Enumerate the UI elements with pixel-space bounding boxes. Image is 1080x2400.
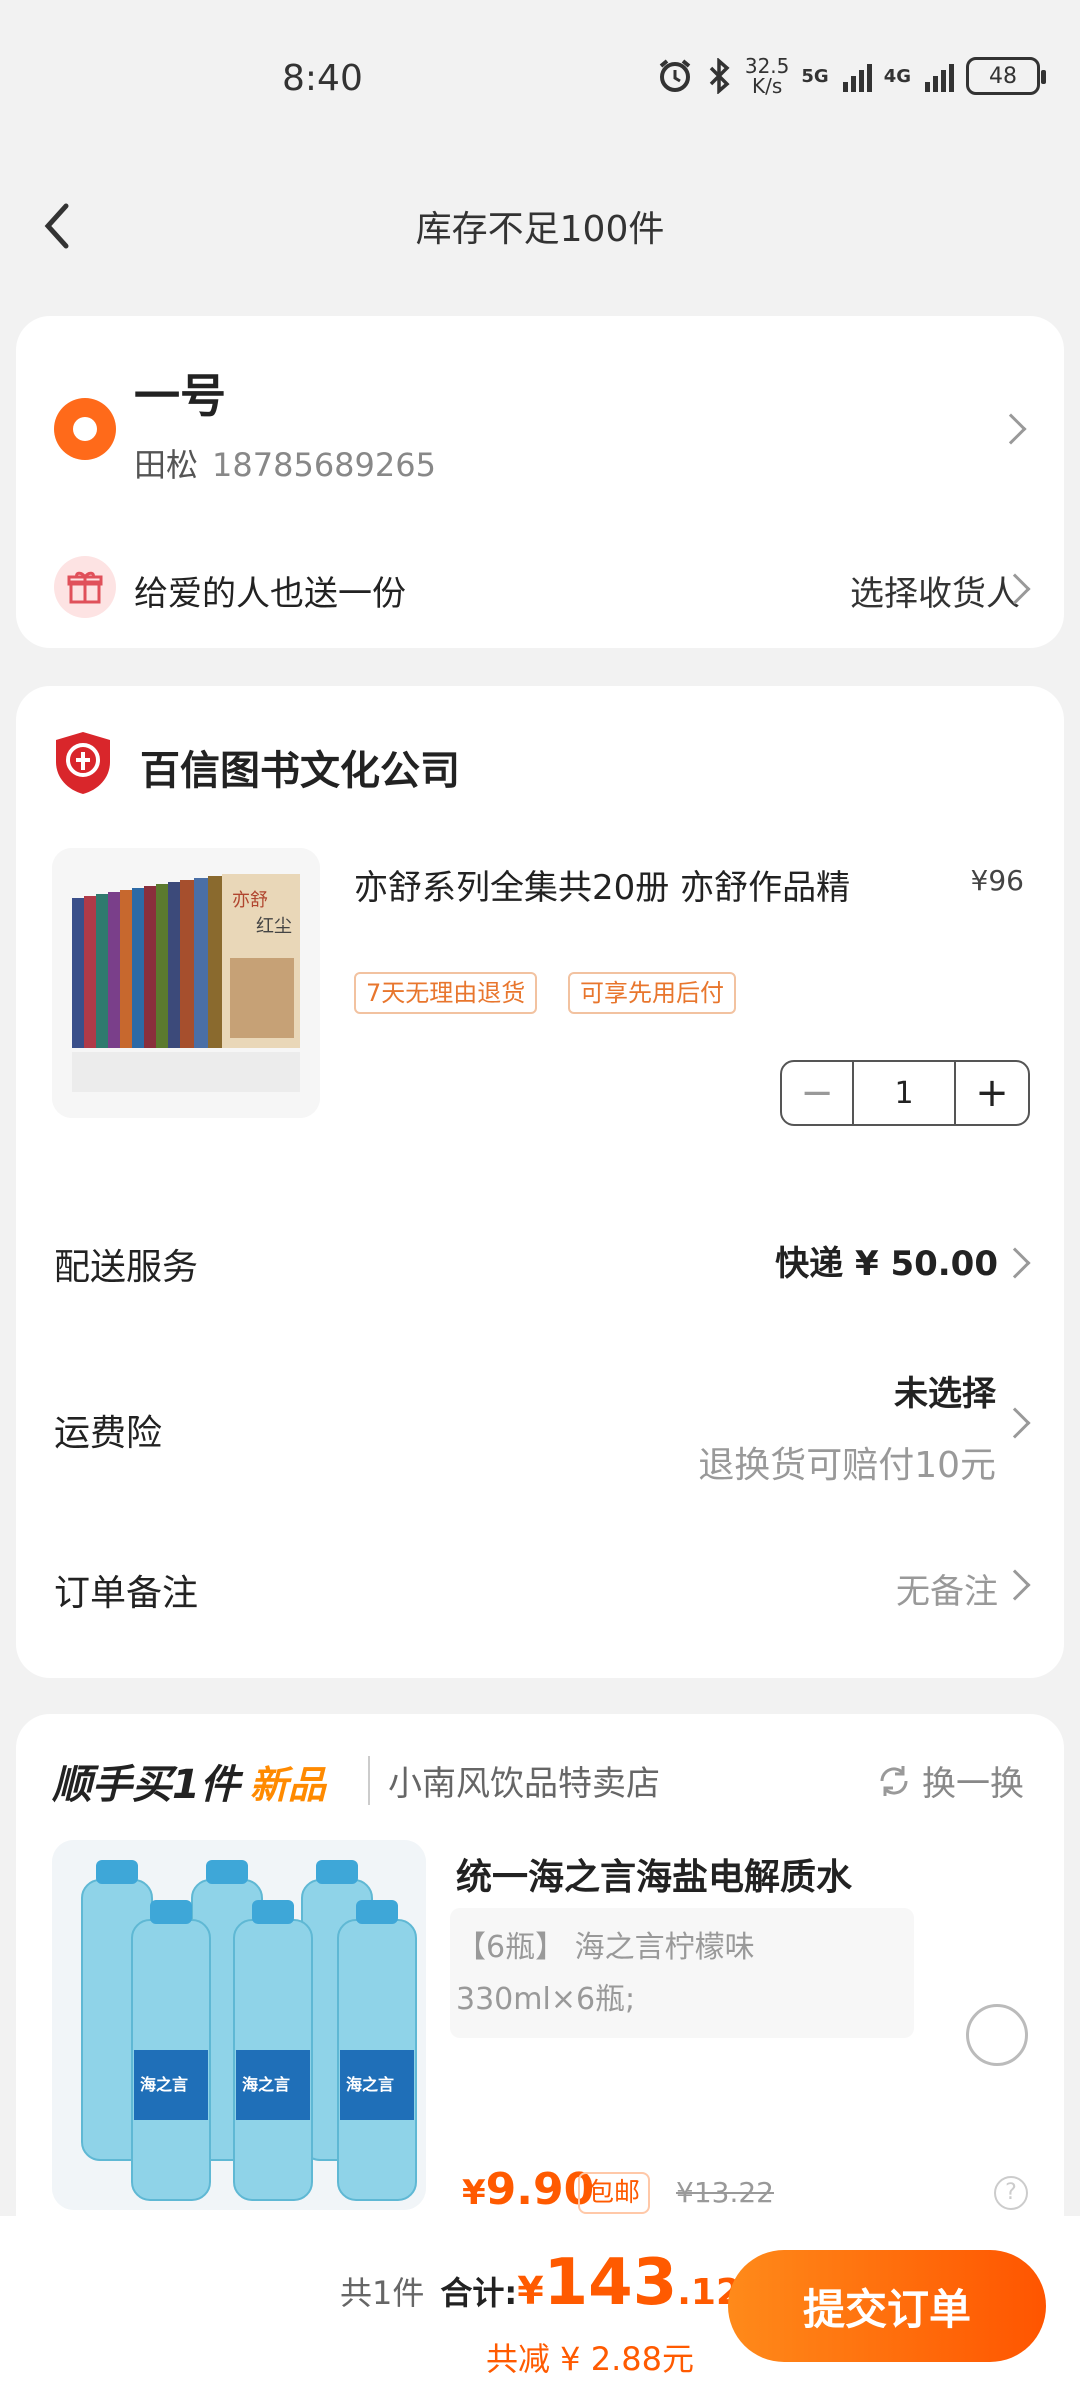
tag-return-policy: 7天无理由退货 (354, 972, 538, 1014)
order-card (16, 686, 1064, 1678)
delivery-value[interactable]: 快递 ¥ 50.00 (775, 1236, 998, 1285)
quantity-stepper: − 1 + (780, 1060, 1030, 1126)
upsell-spec-selector[interactable]: 【6瓶】 海之言柠檬味 330ml×6瓶; (450, 1908, 914, 2038)
spec-line: 330ml×6瓶; (456, 1982, 636, 2017)
insurance-label: 运费险 (54, 1413, 163, 1454)
free-shipping-badge: 包邮 (578, 2172, 651, 2214)
tag-pay-later: 可享先用后付 (568, 972, 736, 1014)
signal-icon (842, 60, 872, 92)
upsell-product-image[interactable]: 海之言 海之言 海之言 (52, 1840, 426, 2210)
discount-text: 共减 ¥ 2.88元 (486, 2340, 694, 2378)
upsell-price: ¥9.90 (462, 2164, 595, 2215)
upsell-product-title[interactable]: 统一海之言海盐电解质水 (456, 1848, 852, 1900)
delivery-label: 配送服务 (54, 1247, 199, 1288)
address-name[interactable]: 一号 (134, 360, 226, 426)
bottle-label: 海之言 (346, 2075, 394, 2094)
bluetooth-icon (709, 58, 730, 94)
gift-send-text[interactable]: 给爱的人也送一份 (134, 566, 406, 615)
status-time: 8:40 (282, 58, 363, 99)
spec-line: 【6瓶】 海之言柠檬味 (456, 1930, 755, 1965)
alarm-icon (659, 59, 691, 92)
select-receiver-link[interactable]: 选择收货人 (850, 566, 1020, 615)
upsell-original-price: ¥13.22 (676, 2176, 774, 2209)
insurance-value[interactable]: 未选择 (894, 1366, 996, 1415)
order-note-value[interactable]: 无备注 (896, 1564, 998, 1613)
signal-icon (925, 60, 954, 92)
shop-name[interactable]: 百信图书文化公司 (140, 738, 460, 796)
quantity-input[interactable]: 1 (854, 1062, 956, 1124)
upsell-title: 顺手买1件 新品 (52, 1762, 326, 1808)
shop-logo-icon (54, 730, 112, 796)
insurance-subtext: 退换货可赔付10元 (698, 1445, 996, 1486)
book-cover-subtitle: 红尘 (256, 916, 292, 937)
location-icon (54, 398, 116, 460)
status-icons: 32.5 K/s 5G 4G 48 (657, 54, 1046, 98)
submit-order-button[interactable]: 提交订单 (728, 2250, 1046, 2362)
increase-button[interactable]: + (956, 1062, 1028, 1124)
refresh-icon (880, 1765, 908, 1796)
signal-5g-label: 5G (801, 65, 829, 87)
address-contact[interactable]: 田松 18785689265 (134, 440, 436, 486)
order-note-label: 订单备注 (54, 1573, 199, 1614)
question-icon[interactable]: ? (994, 2176, 1028, 2210)
order-total: 共1件 合计: ¥ 143 .12 (340, 2246, 742, 2320)
swap-button[interactable]: 换一换 (874, 1756, 1024, 1805)
upsell-shop-name[interactable]: 小南风饮品特卖店 (368, 1756, 660, 1805)
new-badge: 新品 (249, 1763, 326, 1807)
bottle-label: 海之言 (242, 2075, 290, 2094)
battery-icon: 48 (966, 57, 1046, 95)
total-label: 合计: (440, 2274, 518, 2312)
net-speed: 32.5 K/s (744, 54, 790, 98)
gift-icon (54, 556, 116, 618)
signal-4g-label: 4G (883, 65, 911, 87)
product-image[interactable]: 亦舒 红尘 (52, 848, 320, 1118)
product-price: ¥96 (970, 864, 1024, 897)
product-title[interactable]: 亦舒系列全集共20册 亦舒作品精 (354, 860, 954, 909)
total-amount: 143 (543, 2246, 678, 2320)
item-count: 共1件 (340, 2274, 425, 2312)
upsell-select-radio[interactable] (966, 2004, 1028, 2066)
decrease-button[interactable]: − (782, 1062, 854, 1124)
book-cover-text: 亦舒 (232, 890, 268, 911)
page-title: 库存不足100件 (415, 209, 665, 250)
bottle-label: 海之言 (140, 2075, 188, 2094)
